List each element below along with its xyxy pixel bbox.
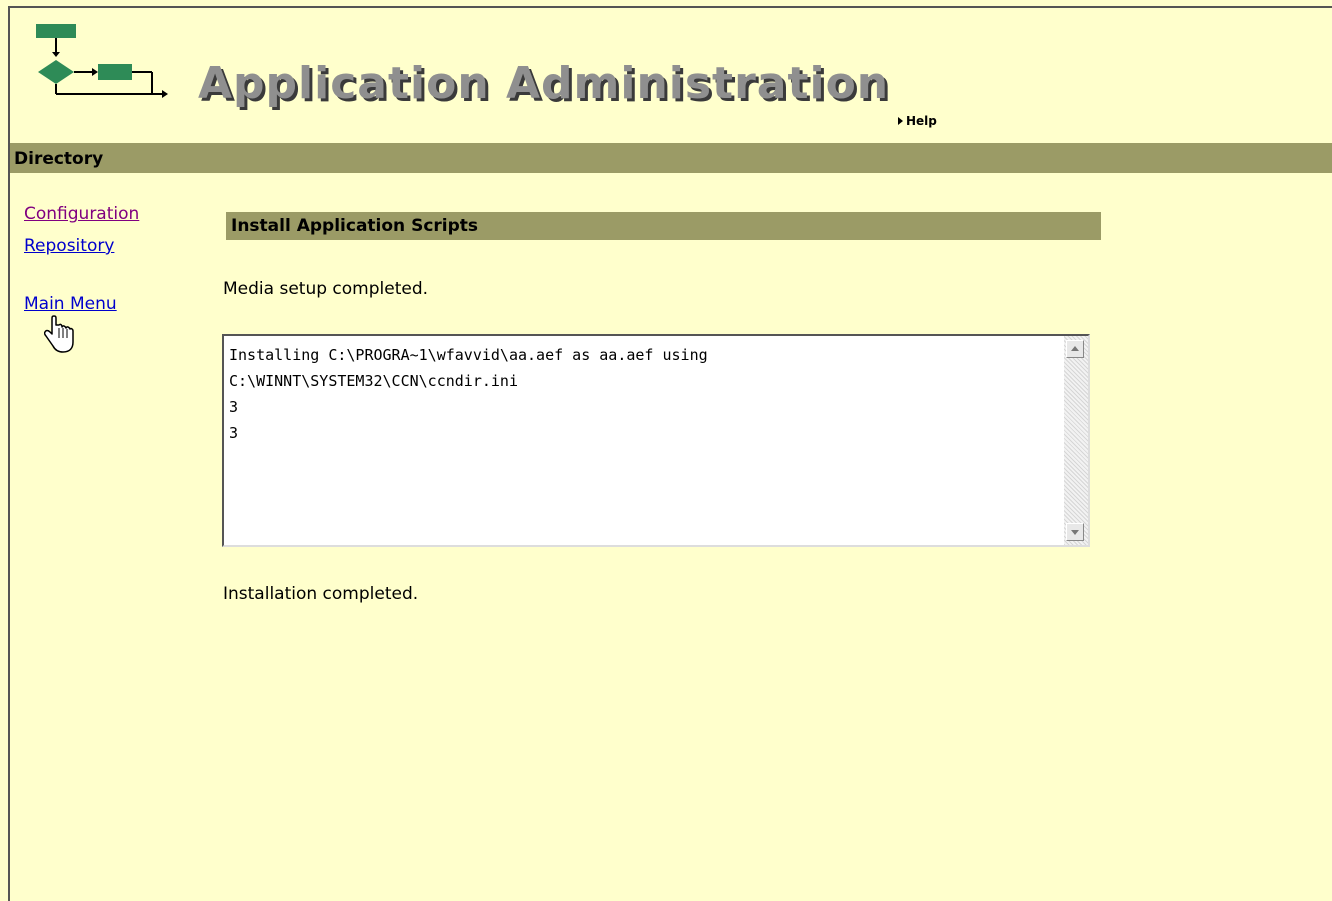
directory-title: Directory xyxy=(14,149,104,169)
triangle-right-icon xyxy=(898,117,903,125)
nav-link-repository[interactable]: Repository xyxy=(24,236,114,256)
help-link[interactable]: Help xyxy=(898,114,937,128)
arrow-up-icon xyxy=(1071,346,1079,351)
install-log-textarea[interactable]: Installing C:\PROGRA~1\wfavvid\aa.aef as… xyxy=(222,334,1090,547)
log-scrollbar[interactable] xyxy=(1064,336,1088,545)
nav-link-main-menu[interactable]: Main Menu xyxy=(24,294,117,314)
install-log-text: Installing C:\PROGRA~1\wfavvid\aa.aef as… xyxy=(229,346,708,442)
install-status-text: Installation completed. xyxy=(223,584,419,604)
section-title: Install Application Scripts xyxy=(231,216,479,236)
help-label: Help xyxy=(906,114,937,128)
hand-pointer-icon xyxy=(44,315,74,353)
page-title: Application Administration xyxy=(198,58,890,109)
section-header: Install Application Scripts xyxy=(226,212,1101,240)
nav-link-configuration[interactable]: Configuration xyxy=(24,204,139,224)
workflow-logo-icon xyxy=(36,24,168,98)
scroll-up-button[interactable] xyxy=(1066,340,1084,358)
scroll-down-button[interactable] xyxy=(1066,523,1084,541)
arrow-down-icon xyxy=(1071,530,1079,535)
media-status-text: Media setup completed. xyxy=(223,279,429,299)
directory-bar: Directory xyxy=(10,143,1332,173)
